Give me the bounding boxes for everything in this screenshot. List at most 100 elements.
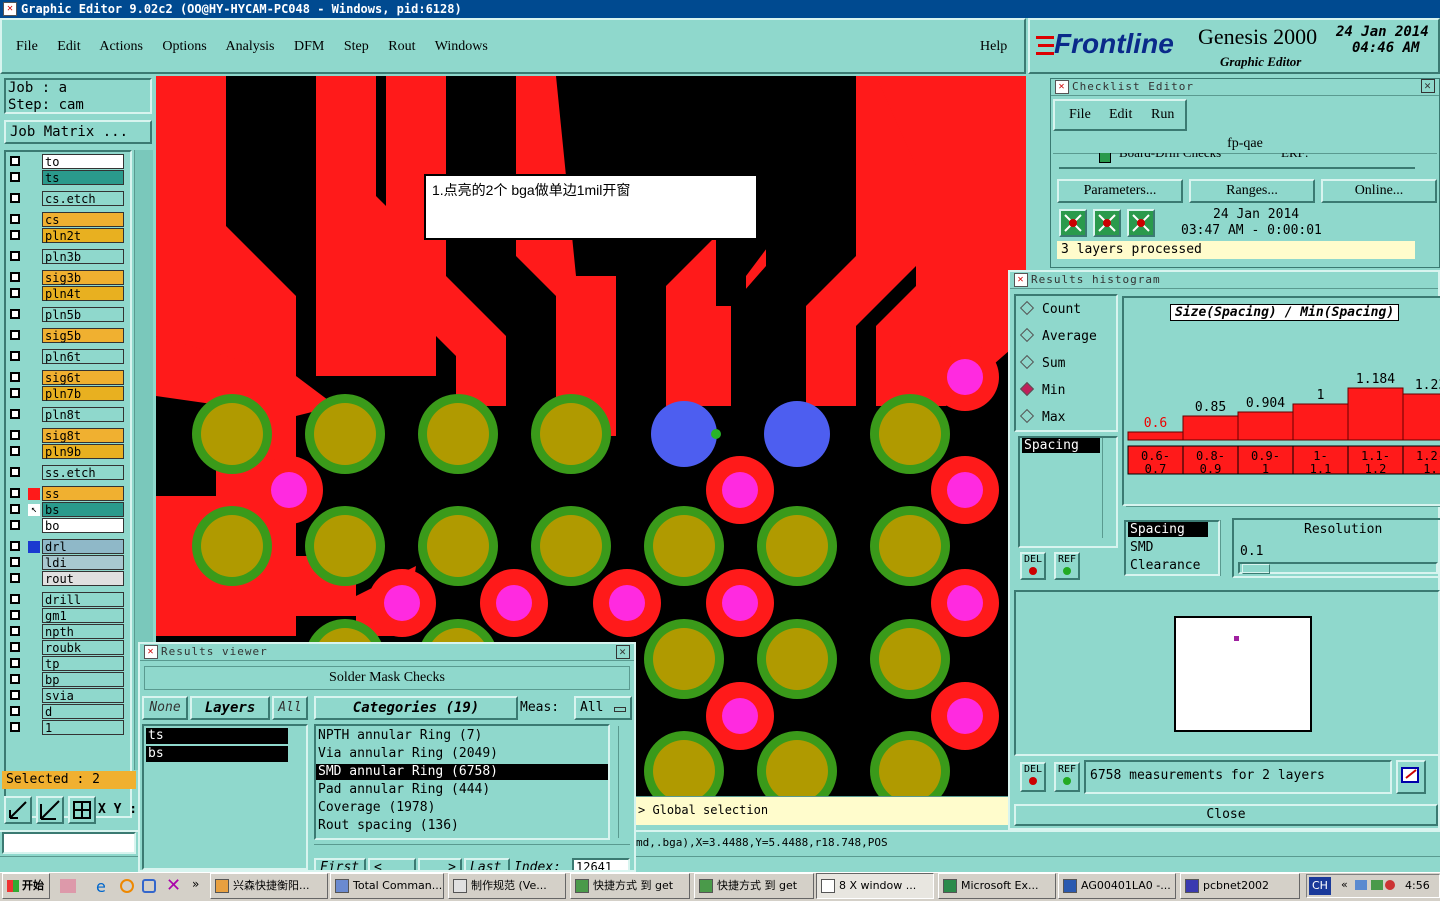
result-category-item[interactable]: SMD annular Ring (6758) <box>316 764 608 780</box>
clock-app-icon[interactable] <box>120 879 134 893</box>
layer-row-to[interactable]: to <box>8 154 126 169</box>
menu-windows[interactable]: Windows <box>435 39 488 54</box>
layer-checkbox[interactable] <box>10 658 20 668</box>
layer-row-ss-etch[interactable]: ss.etch <box>8 465 126 480</box>
layers-none-button[interactable]: None <box>142 696 188 720</box>
online-button[interactable]: Online... <box>1321 179 1437 203</box>
menu-file[interactable]: File <box>16 39 38 54</box>
preview-ref-button[interactable]: REF <box>1054 762 1080 792</box>
histogram-ref-button[interactable]: REF <box>1054 552 1080 580</box>
taskbar-item[interactable]: 快捷方式 到 get <box>694 873 814 899</box>
layer-checkbox[interactable] <box>10 626 20 636</box>
ie-icon[interactable]: e <box>96 877 106 896</box>
layer-row-roubk[interactable]: roubk <box>8 640 126 655</box>
taskbar-item[interactable]: 8 X window ... <box>816 873 934 899</box>
layer-checkbox[interactable] <box>10 351 20 361</box>
checklist-close-icon[interactable]: ✕ <box>1421 79 1435 93</box>
menu-step[interactable]: Step <box>344 39 369 54</box>
volume-icon[interactable] <box>1371 880 1383 890</box>
layer-checkbox[interactable] <box>10 230 20 240</box>
layer-row-sig5b[interactable]: sig5b <box>8 328 126 343</box>
layer-row-gm1[interactable]: gm1 <box>8 608 126 623</box>
layer-checkbox[interactable] <box>10 214 20 224</box>
result-category-item[interactable]: NPTH annular Ring (7) <box>316 728 608 744</box>
checklist-menu-edit[interactable]: Edit <box>1109 107 1132 123</box>
categories-toggle-button[interactable]: Categories (19) <box>314 696 518 720</box>
layer-checkbox[interactable] <box>10 504 20 514</box>
security-icon[interactable] <box>1385 880 1395 890</box>
layer-row-tp[interactable]: tp <box>8 656 126 671</box>
quicklaunch-app-icon[interactable] <box>60 879 76 893</box>
menu-analysis[interactable]: Analysis <box>226 39 275 54</box>
result-category-item[interactable]: Via annular Ring (2049) <box>316 746 608 762</box>
more-icon[interactable]: » <box>192 877 199 891</box>
categories-scrollbar[interactable] <box>618 726 631 838</box>
layer-checkbox[interactable] <box>10 706 20 716</box>
taskbar-item[interactable]: 快捷方式 到 get <box>570 873 690 899</box>
result-layer-item[interactable]: ts <box>146 728 288 744</box>
histogram-bar[interactable] <box>1237 411 1294 441</box>
taskbar-item[interactable]: 制作规范 (Ve... <box>448 873 566 899</box>
layer-checkbox[interactable] <box>10 520 20 530</box>
layer-row-pln7b[interactable]: pln7b <box>8 386 126 401</box>
layer-row-ts[interactable]: ts <box>8 170 126 185</box>
histogram-close-button[interactable]: Close <box>1014 804 1438 826</box>
layer-checkbox[interactable] <box>10 309 20 319</box>
categories-hscroll[interactable] <box>314 844 630 855</box>
layer-checkbox[interactable] <box>10 251 20 261</box>
layer-checkbox[interactable] <box>10 193 20 203</box>
menu-rout[interactable]: Rout <box>388 39 415 54</box>
layer-row-cs[interactable]: cs <box>8 212 126 227</box>
layer-checkbox[interactable] <box>10 372 20 382</box>
layer-checkbox[interactable] <box>10 288 20 298</box>
checklist-menu-run[interactable]: Run <box>1151 107 1174 123</box>
spacing-list-scrollbar[interactable] <box>1102 438 1115 538</box>
result-layer-item[interactable]: bs <box>146 746 288 762</box>
stat-option-count[interactable]: Count <box>1019 300 1081 317</box>
tray-expand-icon[interactable]: « <box>1341 878 1348 891</box>
histogram-bar[interactable] <box>1182 415 1239 441</box>
layer-row-pln9b[interactable]: pln9b <box>8 444 126 459</box>
layer-row-pln6t[interactable]: pln6t <box>8 349 126 364</box>
category-smd[interactable]: SMD <box>1130 540 1153 555</box>
layers-toggle-button[interactable]: Layers <box>190 696 270 720</box>
checklist-menu-file[interactable]: File <box>1069 107 1091 123</box>
start-button[interactable]: 开始 <box>2 873 50 899</box>
meas-select[interactable]: All <box>574 696 632 720</box>
prev-button[interactable]: < <box>368 858 416 870</box>
layer-row-npth[interactable]: npth <box>8 624 126 639</box>
preview-del-button[interactable]: DEL <box>1020 762 1046 792</box>
menu-dfm[interactable]: DFM <box>294 39 324 54</box>
layer-checkbox[interactable] <box>10 642 20 652</box>
export-icon[interactable] <box>1396 760 1426 794</box>
layer-row-drill[interactable]: drill <box>8 592 126 607</box>
stat-option-average[interactable]: Average <box>1019 327 1097 344</box>
category-spacing[interactable]: Spacing <box>1128 522 1208 537</box>
layer-checkbox[interactable] <box>10 557 20 567</box>
checklist-row[interactable]: Board-Drill Checks ERF: <box>1059 153 1415 169</box>
layer-row-bs[interactable]: ↖ bs <box>8 502 126 517</box>
run-all-icon[interactable] <box>1093 209 1121 237</box>
histogram-bar[interactable] <box>1347 387 1404 441</box>
xwin-icon[interactable]: ✕ <box>166 875 181 896</box>
index-value[interactable]: 12641 <box>572 858 630 870</box>
layer-checkbox[interactable] <box>10 722 20 732</box>
menu-options[interactable]: Options <box>162 39 206 54</box>
layer-row-pln3b[interactable]: pln3b <box>8 249 126 264</box>
menu-actions[interactable]: Actions <box>99 39 143 54</box>
layer-checkbox[interactable] <box>10 467 20 477</box>
layer-checkbox[interactable] <box>10 430 20 440</box>
layer-row-pln5b[interactable]: pln5b <box>8 307 126 322</box>
layer-row-sig6t[interactable]: sig6t <box>8 370 126 385</box>
result-category-item[interactable]: Coverage (1978) <box>316 800 608 816</box>
taskbar-item[interactable]: AG00401LA0 -... <box>1058 873 1176 899</box>
layer-checkbox[interactable] <box>10 330 20 340</box>
layer-checkbox[interactable] <box>10 690 20 700</box>
layer-row-ss[interactable]: ss <box>8 486 126 501</box>
stat-option-min[interactable]: Min <box>1019 381 1065 398</box>
histogram-bar[interactable] <box>1292 403 1349 441</box>
browser-icon[interactable] <box>142 879 156 893</box>
parameters-button[interactable]: Parameters... <box>1057 179 1183 203</box>
layer-checkbox[interactable] <box>10 172 20 182</box>
histogram-del-button[interactable]: DEL <box>1020 552 1046 580</box>
